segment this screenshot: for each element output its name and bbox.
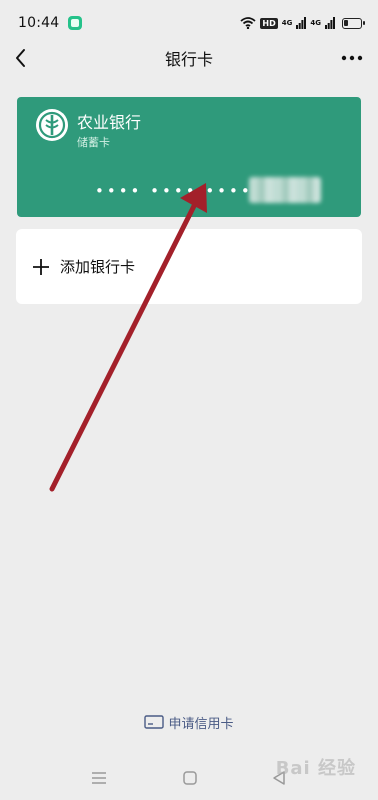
watermark: Bai 经验 [275, 758, 356, 779]
nav-bar: 银行卡 [0, 36, 378, 80]
status-time: 10:44 [18, 15, 60, 31]
chevron-left-icon[interactable] [10, 46, 34, 70]
more-dots-icon[interactable] [340, 46, 364, 70]
bank-name: 农业银行 [77, 113, 142, 132]
blurred-card-digits [249, 177, 321, 203]
apply-credit-card-link[interactable]: 申请信用卡 [0, 710, 378, 734]
hd-badge: HD [260, 17, 278, 29]
status-icons: HD 4G 4G [240, 17, 365, 29]
page-title: 银行卡 [164, 50, 213, 69]
masked-card-number: •••• •••• •••• [95, 182, 253, 200]
battery-icon [342, 17, 365, 29]
plus-icon [33, 258, 49, 275]
signal-icon-1 [296, 17, 307, 29]
menu-icon[interactable] [91, 771, 107, 785]
network-label-1: 4G [281, 18, 293, 27]
add-bank-card-button[interactable]: 添加银行卡 [16, 229, 362, 304]
network-label-2: 4G [310, 18, 321, 27]
signal-icon-2 [325, 17, 335, 29]
bank-card[interactable]: 农业银行 储蓄卡 •••• •••• •••• [17, 97, 361, 217]
wifi-icon [240, 17, 256, 29]
card-type: 储蓄卡 [77, 136, 110, 149]
credit-card-icon [144, 715, 165, 729]
apply-credit-card-label: 申请信用卡 [168, 716, 234, 732]
abc-bank-logo-icon [36, 109, 68, 141]
home-icon[interactable] [182, 770, 198, 786]
add-bank-card-label: 添加银行卡 [60, 258, 136, 276]
app-notification-icon [68, 16, 83, 30]
